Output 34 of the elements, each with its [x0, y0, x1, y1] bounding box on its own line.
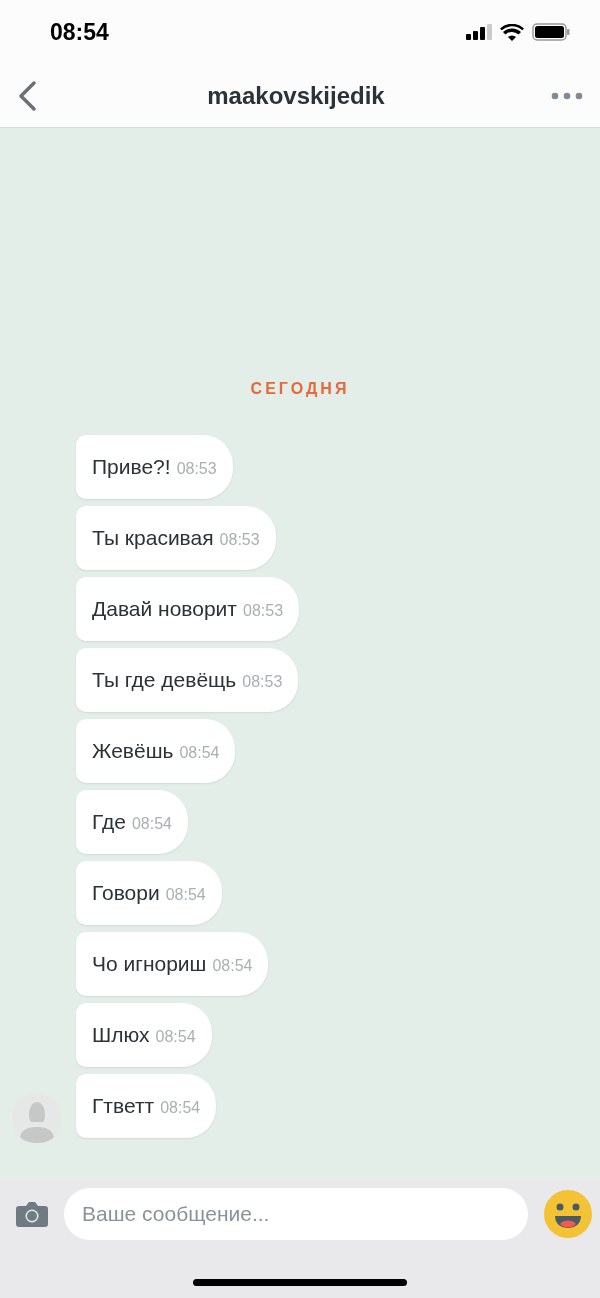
- more-icon: [551, 91, 583, 100]
- status-time: 08:54: [50, 17, 109, 47]
- message-time: 08:54: [179, 742, 220, 763]
- message-text: Где: [92, 809, 126, 836]
- signal-icon: [466, 24, 492, 40]
- message-time: 08:54: [160, 1097, 201, 1118]
- message-text: Жевёшь: [92, 738, 174, 765]
- message-time: 08:53: [176, 458, 217, 479]
- avatar-icon: [12, 1093, 62, 1143]
- message-text: Приве?!: [92, 454, 171, 481]
- message-time: 08:53: [242, 671, 283, 692]
- message-text: Давай новорит: [92, 596, 237, 623]
- message-time: 08:53: [219, 529, 260, 550]
- date-label: СЕГОДНЯ: [250, 379, 350, 399]
- back-icon: [16, 79, 38, 112]
- message-text: Гтветт: [92, 1093, 155, 1120]
- message-time: 08:53: [243, 600, 284, 621]
- message-text: Ты где девёщь: [92, 667, 237, 694]
- message-text: Чо игнориш: [92, 951, 207, 978]
- message-text: Ты красивая: [92, 525, 214, 552]
- message-time: 08:54: [165, 884, 206, 905]
- message-time: 08:54: [131, 813, 172, 834]
- camera-icon: [16, 1201, 48, 1227]
- smiley-icon: [544, 1190, 592, 1238]
- battery-icon: [532, 23, 570, 41]
- wifi-icon: [500, 23, 524, 41]
- message-text: Говори: [92, 880, 160, 907]
- message-input[interactable]: Ваше сообщение...: [64, 1188, 528, 1240]
- message-text: Шлюх: [92, 1022, 150, 1049]
- chat-title: maakovskijedik: [207, 80, 385, 111]
- emoji-button[interactable]: [544, 1190, 592, 1238]
- message-time: 08:54: [155, 1026, 196, 1047]
- camera-button[interactable]: [16, 1200, 48, 1228]
- message-time: 08:54: [212, 955, 253, 976]
